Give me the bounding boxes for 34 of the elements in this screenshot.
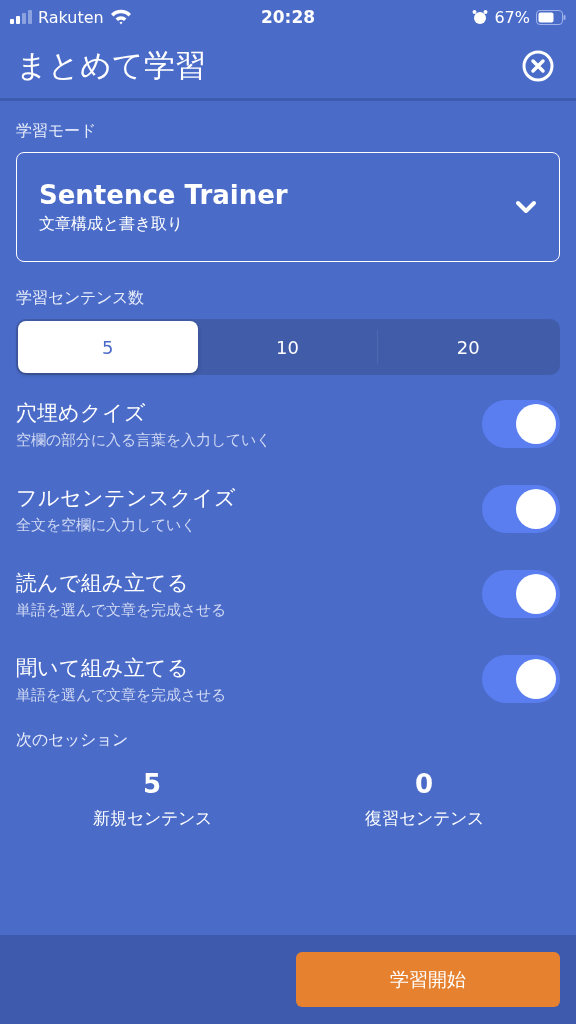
carrier-name: Rakuten [38, 7, 104, 27]
battery-icon [536, 9, 566, 25]
toggle-switch[interactable] [482, 400, 560, 448]
stat-value: 5 [142, 769, 162, 799]
toggle-switch[interactable] [482, 485, 560, 533]
quiz-title: 読んで組み立てる [16, 569, 190, 597]
battery-percent: 67% [494, 7, 530, 27]
alarm-icon [472, 9, 489, 25]
wifi-icon [109, 9, 132, 25]
quiz-description: 空欄の部分に入る言葉を入力していく [16, 430, 271, 450]
segment-option[interactable]: 10 [197, 321, 378, 373]
quiz-title: 穴埋めクイズ [16, 399, 147, 427]
clock-time: 20:28 [260, 7, 316, 27]
chevron-down-icon [515, 200, 537, 214]
stat-value: 0 [414, 769, 434, 799]
section-label: 次のセッション [16, 730, 128, 751]
segment-option[interactable]: 20 [378, 321, 558, 373]
stat-label: 新規センテンス [92, 807, 212, 830]
quiz-title: 聞いて組み立てる [16, 654, 190, 682]
screen-title: まとめて学習 [16, 46, 206, 85]
stat-label: 復習センテンス [364, 807, 484, 830]
segment-option[interactable]: 5 [18, 321, 198, 373]
signal-icon [10, 10, 32, 24]
close-icon[interactable] [522, 50, 554, 82]
quiz-description: 単語を選んで文章を完成させる [16, 600, 226, 620]
start-button[interactable]: 学習開始 [296, 952, 560, 1007]
toggle-switch[interactable] [482, 655, 560, 703]
mode-dropdown[interactable]: Sentence Trainer 文章構成と書き取り [16, 152, 560, 262]
quiz-title: フルセンテンスクイズ [16, 484, 236, 512]
quiz-description: 全文を空欄に入力していく [16, 515, 197, 535]
toggle-switch[interactable] [482, 570, 560, 618]
section-label: 学習モード [16, 121, 96, 142]
quiz-description: 単語を選んで文章を完成させる [16, 685, 226, 705]
section-label: 学習センテンス数 [16, 288, 144, 309]
